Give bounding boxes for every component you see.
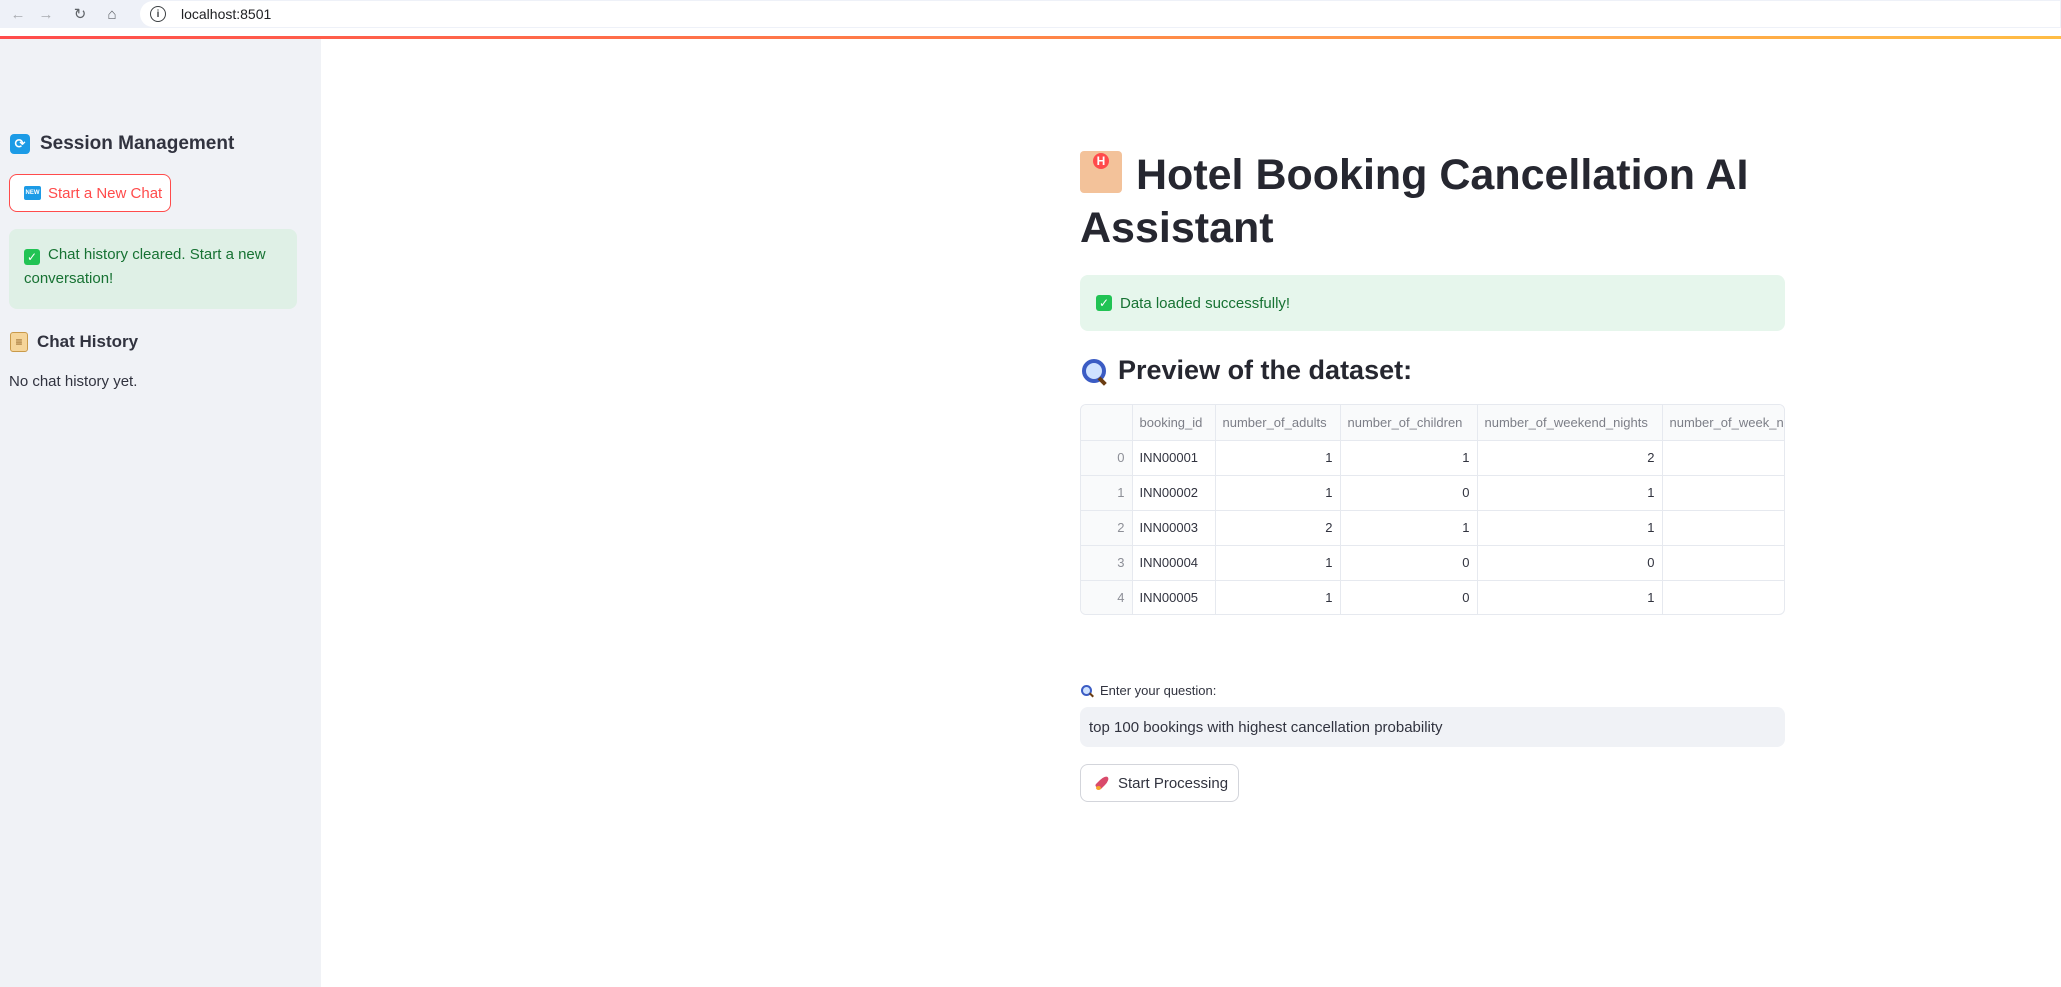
row-index: 3 [1081,545,1133,581]
data-loaded-text: Data loaded successfully! [1120,294,1291,312]
column-header[interactable]: number_of_week_nights [1662,405,1784,441]
table-cell[interactable]: INN00002 [1132,475,1216,511]
table-cell[interactable]: 0 [1340,545,1478,581]
session-management-label: Session Management [40,133,235,154]
row-index: 4 [1081,580,1133,614]
row-index: 1 [1081,475,1133,511]
chat-history-header: ≡ Chat History [10,332,138,352]
chat-history-label: Chat History [37,332,139,351]
check-icon: ✓ [1096,295,1112,311]
preview-title-text: Preview of the dataset: [1118,355,1413,385]
row-index: 0 [1081,440,1133,476]
table-cell[interactable]: 1 [1477,510,1663,546]
question-label-text: Enter your question: [1100,683,1217,698]
address-bar[interactable]: i localhost:8501 [140,1,2060,27]
table-cell[interactable]: 1 [1340,510,1478,546]
table-row: 0 INN00001 1 1 2 [1081,440,1784,476]
page-title: Hotel Booking Cancellation AI Assistant [1080,149,1800,255]
data-loaded-alert: ✓ Data loaded successfully! [1080,275,1785,331]
info-icon[interactable]: i [150,6,166,22]
table-cell[interactable] [1662,510,1784,546]
table-cell[interactable]: 1 [1340,440,1478,476]
sidebar: ⟳ Session Management NEW Start a New Cha… [0,39,321,987]
table-cell[interactable] [1662,580,1784,614]
forward-arrow-icon[interactable]: → [28,0,64,28]
table-cell[interactable] [1662,440,1784,476]
table-cell[interactable]: 1 [1215,475,1341,511]
scroll-icon: ≡ [10,332,28,352]
session-management-header: ⟳ Session Management [10,133,234,155]
table-row: 3 INN00004 1 0 0 [1081,545,1784,581]
row-index: 2 [1081,510,1133,546]
main-content: Hotel Booking Cancellation AI Assistant … [321,39,2061,987]
table-cell[interactable]: 0 [1340,580,1478,614]
start-new-chat-button[interactable]: NEW Start a New Chat [9,174,171,212]
table-cell[interactable]: 2 [1477,440,1663,476]
empty-history-text: No chat history yet. [9,373,138,390]
table-row: 2 INN00003 2 1 1 [1081,510,1784,546]
table-row: 1 INN00002 1 0 1 [1081,475,1784,511]
start-processing-label: Start Processing [1118,774,1229,792]
preview-title: Preview of the dataset: [1080,355,1412,386]
table-cell[interactable] [1662,545,1784,581]
table-cell[interactable]: 0 [1340,475,1478,511]
chat-cleared-alert: ✓ Chat history cleared. Start a new conve… [9,229,297,309]
column-header[interactable] [1081,405,1133,441]
home-icon[interactable]: ⌂ [94,0,130,28]
dataset-preview-table[interactable]: booking_id number_of_adults number_of_ch… [1080,404,1785,615]
chat-cleared-text: Chat history cleared. Start a new conver… [24,246,266,287]
table-cell[interactable] [1662,475,1784,511]
question-label: Enter your question: [1080,683,1216,698]
url-text: localhost:8501 [181,6,272,22]
browser-toolbar: ← → ↻ ⌂ i localhost:8501 [0,0,2061,28]
table-cell[interactable]: 0 [1477,545,1663,581]
column-header[interactable]: number_of_adults [1215,405,1341,441]
table-cell[interactable]: INN00004 [1132,545,1216,581]
table-cell[interactable]: INN00001 [1132,440,1216,476]
table-cell[interactable]: 1 [1215,580,1341,614]
page-title-text: Hotel Booking Cancellation AI Assistant [1080,151,1749,252]
table-cell[interactable]: 1 [1477,475,1663,511]
refresh-icon: ⟳ [10,134,30,154]
table-cell[interactable]: 2 [1215,510,1341,546]
table-cell[interactable]: INN00005 [1132,580,1216,614]
reload-icon[interactable]: ↻ [62,0,98,28]
start-new-chat-label: Start a New Chat [48,184,163,202]
question-input[interactable] [1080,707,1785,747]
column-header[interactable]: number_of_weekend_nights [1477,405,1663,441]
hotel-icon [1080,151,1122,193]
table-header-row: booking_id number_of_adults number_of_ch… [1081,405,1784,441]
table-row: 4 INN00005 1 0 1 [1081,580,1784,614]
table-cell[interactable]: 1 [1477,580,1663,614]
table-cell[interactable]: INN00003 [1132,510,1216,546]
column-header[interactable]: booking_id [1132,405,1216,441]
column-header[interactable]: number_of_children [1340,405,1478,441]
table-cell[interactable]: 1 [1215,545,1341,581]
magnifier-icon [1080,357,1108,385]
table-cell[interactable]: 1 [1215,440,1341,476]
check-icon: ✓ [24,249,40,265]
start-processing-button[interactable]: Start Processing [1080,764,1239,802]
new-icon: NEW [24,186,41,200]
rocket-icon [1095,775,1111,791]
magnifier-icon [1080,684,1094,698]
